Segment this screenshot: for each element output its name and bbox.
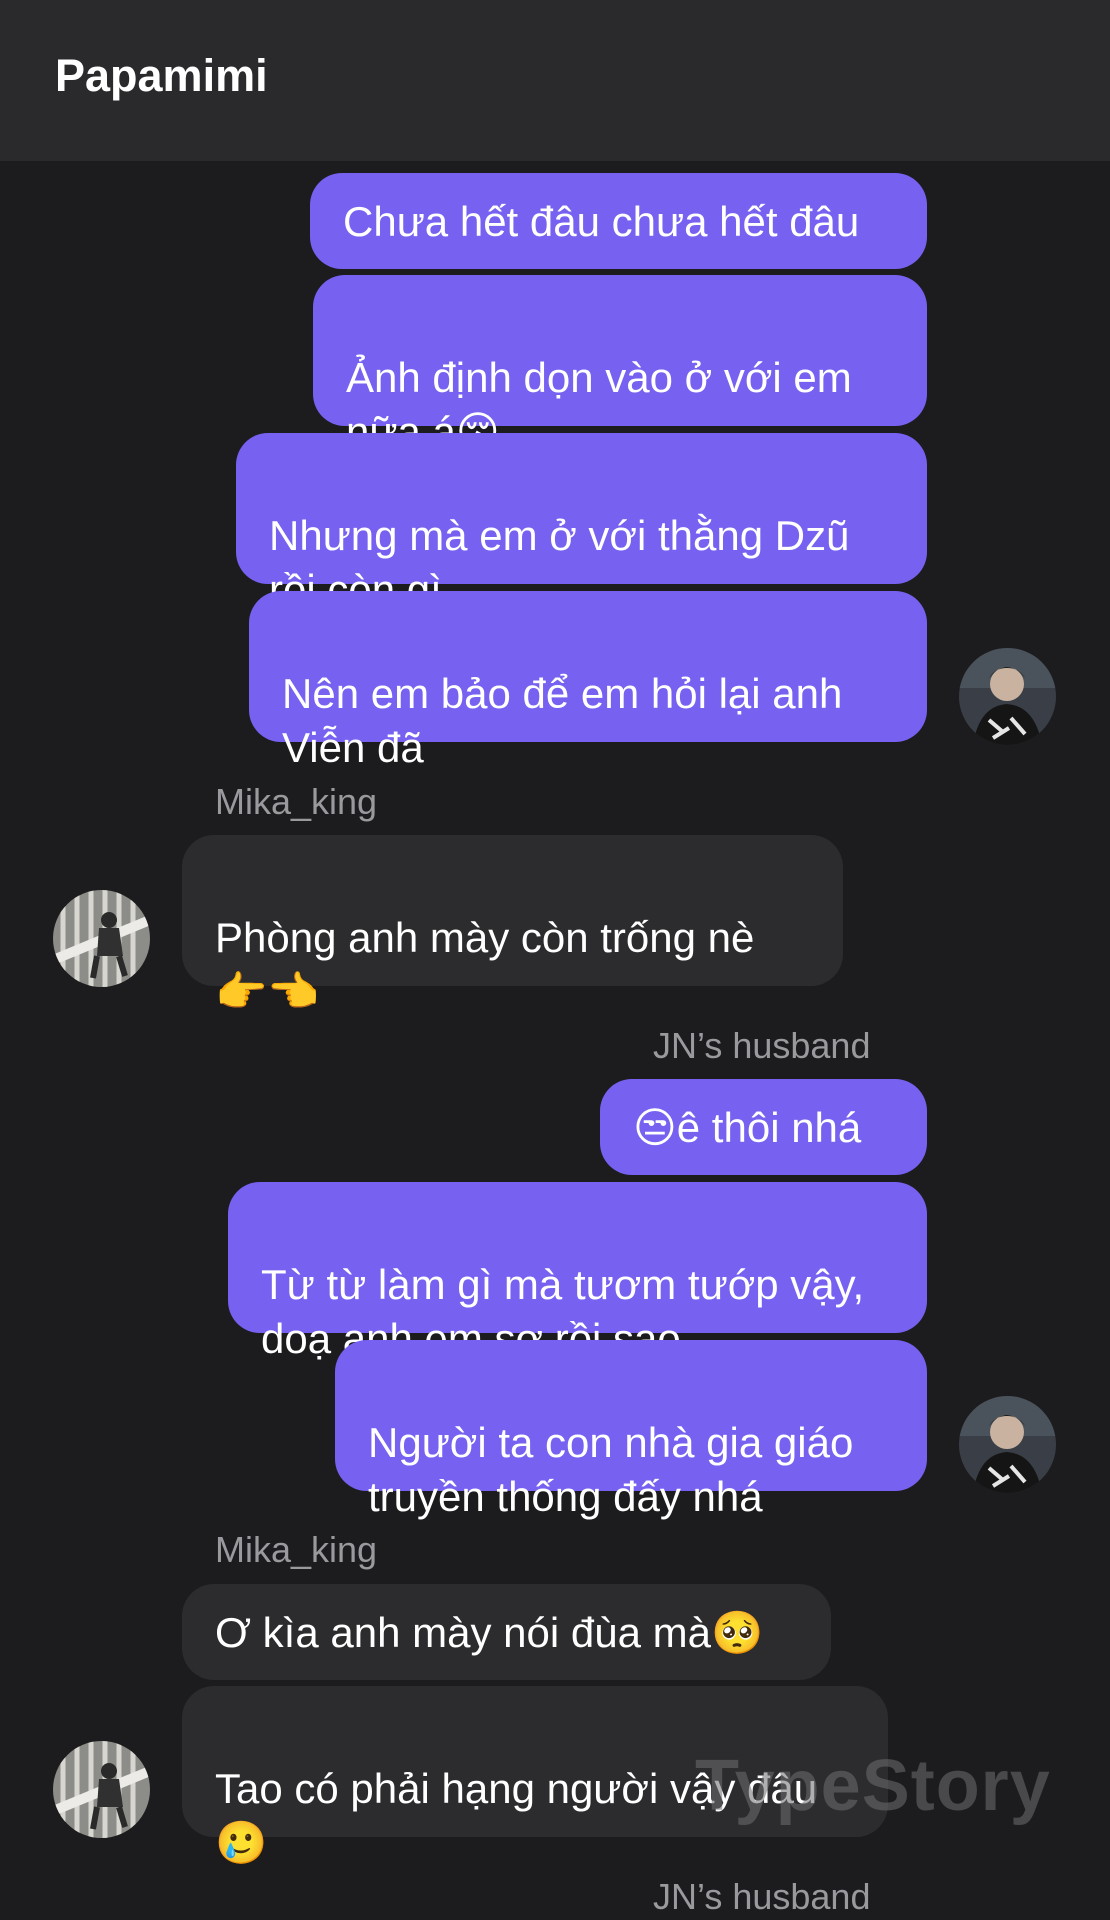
message-bubble[interactable]: Nên em bảo để em hỏi lại anh Viễn đã [249,591,927,771]
message-text: Ơ kìa anh mày nói đùa mà🥺 [215,1609,764,1656]
sender-name: Mika_king [215,1529,378,1570]
message-bubble[interactable]: Từ từ làm gì mà tươm tướp vậy, doạ anh e… [228,1182,927,1362]
message-bubble[interactable]: Ảnh định dọn vào ở với em nữa á😚 [313,275,927,455]
message-text: Người ta con nhà gia giáo truyền thống đ… [368,1419,854,1520]
sender-name: Mika_king [215,781,378,822]
message-bubble[interactable]: Phòng anh mày còn trống nè 👉👈 [182,835,843,1015]
avatar-mika[interactable] [53,890,150,987]
message-text: 😒ê thôi nhá [633,1104,862,1151]
avatar-jn[interactable] [959,1396,1056,1493]
message-bubble[interactable]: Nhưng mà em ở với thằng Dzũ rồi còn gì [236,433,927,613]
avatar-photo-icon [959,1396,1056,1493]
avatar-jn[interactable] [959,648,1056,745]
avatar-photo-icon [53,890,150,987]
sender-name: JN’s husband [653,1876,871,1917]
message-bubble[interactable]: Chưa hết đâu chưa hết đâu [310,173,927,269]
message-bubble[interactable]: 😒ê thôi nhá [600,1079,927,1175]
chat-title[interactable]: Papamimi [55,50,268,102]
message-text: Chưa hết đâu chưa hết đâu [343,198,860,245]
watermark-logo: TypeStory [695,1746,1051,1826]
avatar-photo-icon [959,648,1056,745]
message-text: Phòng anh mày còn trống nè 👉👈 [215,914,755,1015]
chat-header: Papamimi [0,0,1110,161]
avatar-mika[interactable] [53,1741,150,1838]
message-text: Nên em bảo để em hỏi lại anh Viễn đã [282,670,843,771]
message-bubble[interactable]: Người ta con nhà gia giáo truyền thống đ… [335,1340,927,1520]
message-bubble[interactable]: Ơ kìa anh mày nói đùa mà🥺 [182,1584,831,1680]
sender-name: JN’s husband [653,1025,871,1066]
avatar-photo-icon [53,1741,150,1838]
